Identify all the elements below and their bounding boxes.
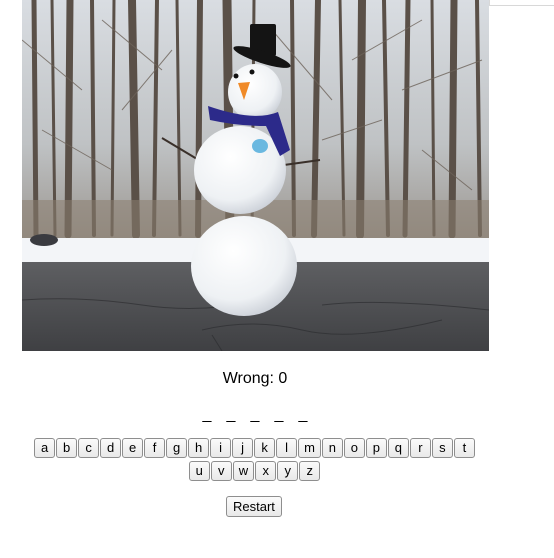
- key-f[interactable]: f: [144, 438, 166, 458]
- key-g[interactable]: g: [166, 438, 188, 458]
- key-j[interactable]: j: [232, 438, 254, 458]
- letter-blank: _: [298, 406, 308, 423]
- key-e[interactable]: e: [122, 438, 144, 458]
- key-y[interactable]: y: [277, 461, 299, 481]
- letter-keyboard: abcdefghijklmnopqrst uvwxyz: [0, 438, 510, 484]
- letter-blank: _: [250, 406, 260, 423]
- key-n[interactable]: n: [321, 438, 343, 458]
- wrong-counter: Wrong: 0: [222, 370, 288, 387]
- divider: [489, 0, 554, 6]
- key-t[interactable]: t: [453, 438, 475, 458]
- key-x[interactable]: x: [255, 461, 277, 481]
- key-d[interactable]: d: [100, 438, 122, 458]
- key-m[interactable]: m: [298, 438, 321, 458]
- key-u[interactable]: u: [188, 461, 210, 481]
- key-l[interactable]: l: [276, 438, 298, 458]
- key-a[interactable]: a: [34, 438, 56, 458]
- key-w[interactable]: w: [232, 461, 255, 481]
- snowman-image: [22, 0, 489, 351]
- key-i[interactable]: i: [210, 438, 232, 458]
- letter-blank: _: [226, 406, 236, 423]
- key-r[interactable]: r: [409, 438, 431, 458]
- key-v[interactable]: v: [210, 461, 232, 481]
- key-c[interactable]: c: [78, 438, 100, 458]
- word-blanks: _ _ _ _ _: [0, 406, 510, 424]
- key-h[interactable]: h: [188, 438, 210, 458]
- key-s[interactable]: s: [431, 438, 453, 458]
- letter-blank: _: [202, 406, 212, 423]
- restart-button[interactable]: Restart: [226, 496, 282, 517]
- key-o[interactable]: o: [343, 438, 365, 458]
- key-z[interactable]: z: [299, 461, 321, 481]
- keyboard-row-1: abcdefghijklmnopqrst: [0, 438, 510, 461]
- key-p[interactable]: p: [365, 438, 387, 458]
- key-k[interactable]: k: [254, 438, 276, 458]
- hangman-page: Wrong: 0 _ _ _ _ _ abcdefghijklmnopqrst uvwx…: [0, 0, 554, 558]
- key-b[interactable]: b: [56, 438, 78, 458]
- key-q[interactable]: q: [387, 438, 409, 458]
- keyboard-row-2: uvwxyz: [0, 461, 510, 484]
- letter-blank: _: [274, 406, 284, 423]
